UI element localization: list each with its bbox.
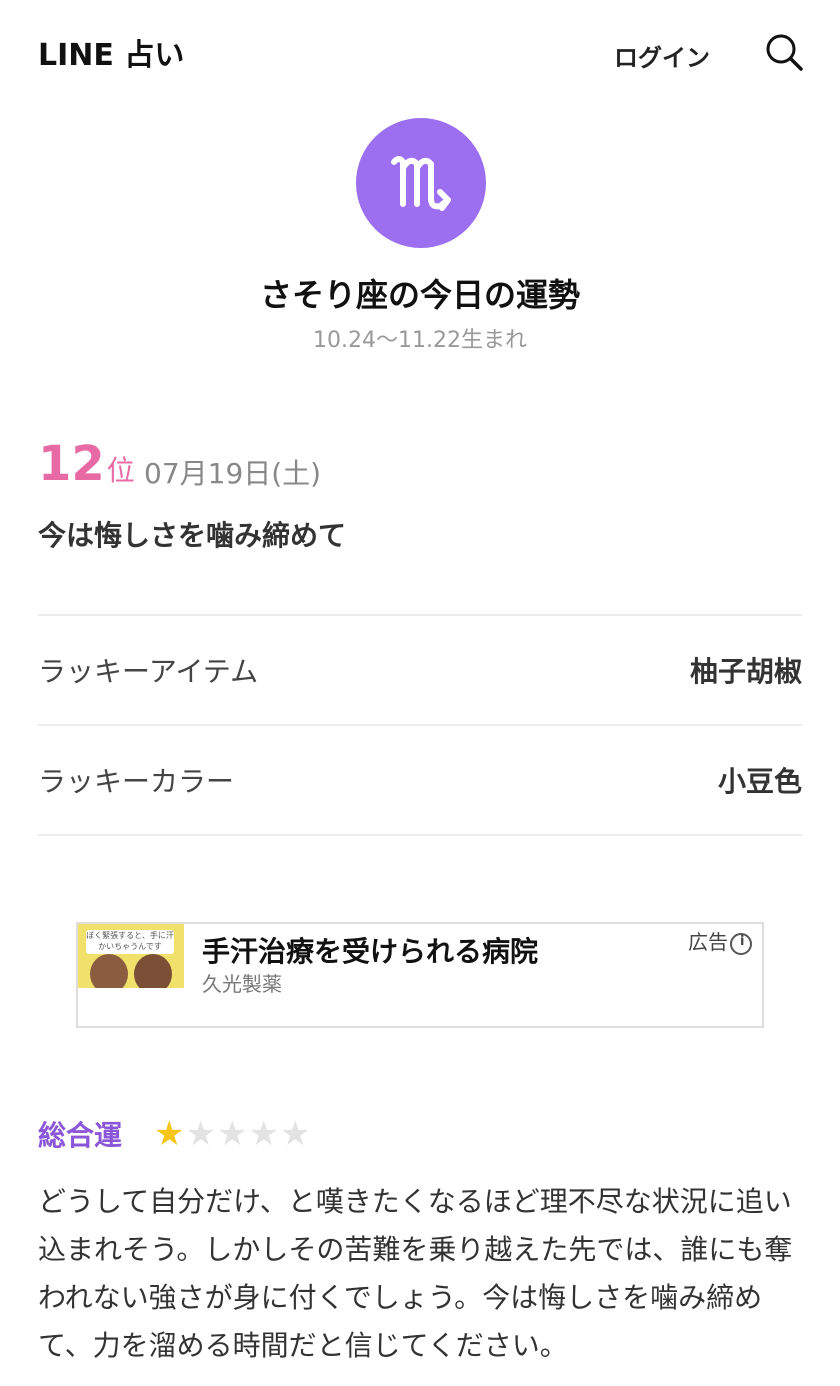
lucky-color-label: ラッキーカラー — [38, 765, 235, 798]
rank-badge: 12位 — [38, 436, 135, 492]
lucky-color-value: 小豆色 — [717, 765, 802, 798]
info-icon[interactable] — [725, 927, 757, 960]
scorpio-symbol-icon — [356, 118, 486, 248]
star-filled-icon: ★ — [154, 1114, 185, 1154]
rank-number: 12 — [38, 436, 105, 492]
star-rating: ★★★★★ — [154, 1114, 311, 1154]
ad-label[interactable]: 広告 — [684, 926, 757, 960]
paw-image — [134, 954, 172, 988]
divider — [38, 834, 802, 836]
divider — [38, 614, 802, 616]
birth-date-range: 10.24〜11.22生まれ — [313, 328, 527, 353]
star-empty-icon: ★ — [216, 1114, 248, 1154]
lucky-item-label: ラッキーアイテム — [38, 655, 259, 688]
line-uranai-logo[interactable]: LINE 占い — [38, 30, 184, 74]
ad-banner[interactable]: ぼく緊張すると、手に汗かいちゃうんです 手汗治療を受けられる病院 久光製薬 広告 — [76, 922, 764, 1028]
header: LINE 占い ログイン — [0, 0, 840, 100]
paw-image — [90, 954, 128, 988]
fortune-date: 07月19日(土) — [144, 457, 322, 490]
ad-thumb-caption: ぼく緊張すると、手に汗かいちゃうんです — [86, 930, 174, 954]
login-link[interactable]: ログイン — [614, 38, 710, 73]
divider — [38, 724, 802, 726]
search-icon[interactable] — [764, 32, 804, 72]
ad-label-text: 広告 — [688, 930, 728, 954]
overall-fortune-title: 総合運 — [38, 1119, 123, 1152]
fortune-headline: 今は悔しさを噛み締めて — [38, 519, 347, 552]
ad-sponsor: 久光製薬 — [202, 972, 282, 996]
overall-fortune-text: どうして自分だけ、と嘆きたくなるほど理不尽な状況に追い込まれそう。しかしその苦難… — [38, 1185, 793, 1362]
rank-unit: 位 — [106, 454, 135, 487]
ad-title[interactable]: 手汗治療を受けられる病院 — [202, 930, 538, 970]
ad-thumbnail[interactable]: ぼく緊張すると、手に汗かいちゃうんです — [78, 924, 184, 988]
page-title: さそり座の今日の運勢 — [259, 276, 580, 314]
star-empty-icon: ★ — [279, 1114, 311, 1154]
star-empty-icon: ★ — [185, 1114, 216, 1154]
lucky-item-value: 柚子胡椒 — [689, 655, 802, 688]
star-empty-icon: ★ — [248, 1114, 279, 1154]
